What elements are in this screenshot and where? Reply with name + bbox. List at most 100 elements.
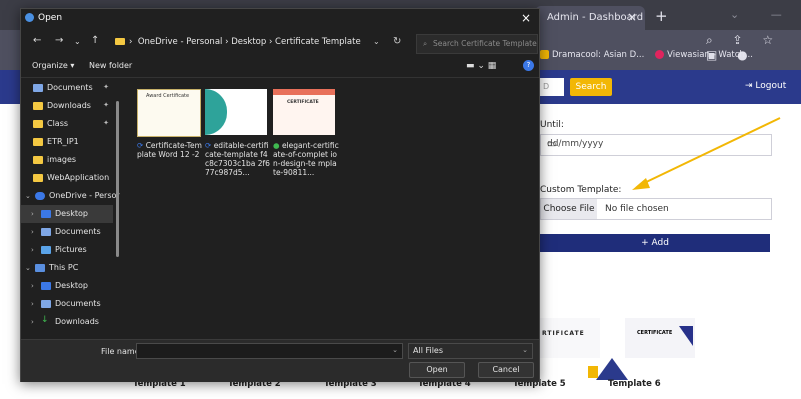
template-6-label: Template 6 — [608, 379, 661, 389]
folder-icon — [115, 38, 125, 45]
dialog-title: Open — [25, 13, 62, 23]
open-file-dialog: Open × ← → ⌄ ↑ › OneDrive - Personal › D… — [20, 8, 540, 382]
dialog-nav-row: ← → ⌄ ↑ › OneDrive - Personal › Desktop … — [21, 31, 539, 55]
folder-icon — [33, 102, 43, 110]
file-name: ⟳ editable-certifi cate-template f4c8c73… — [205, 141, 270, 177]
search-input[interactable]: D — [540, 78, 564, 96]
synced-check-icon: ● — [273, 141, 280, 150]
nav-item-etr-ip1[interactable]: ETR_IP1 — [21, 133, 113, 151]
help-icon[interactable]: ? — [523, 60, 534, 71]
view-options-icon[interactable]: ▬ ⌄ ▦ — [466, 61, 496, 71]
cloud-icon — [35, 192, 45, 200]
up-arrow-icon[interactable]: ↑ — [91, 35, 99, 46]
search-button[interactable]: Search — [570, 78, 612, 96]
no-file-text: No file chosen — [605, 204, 669, 214]
desktop-icon — [41, 210, 51, 218]
folder-icon — [33, 174, 43, 182]
history-chevron-icon[interactable]: ⌄ — [74, 37, 81, 46]
navigation-pane: Documents ✦ Downloads ✦ Class ✦ ETR_IP1 ima… — [21, 79, 120, 341]
decor-shape — [596, 358, 628, 380]
pin-icon: ✦ — [103, 119, 109, 127]
organize-menu[interactable]: Organize ▾ — [32, 61, 74, 70]
pictures-icon — [41, 246, 51, 254]
nav-item-onedrive[interactable]: ⌄ OneDrive - Persor — [21, 187, 120, 205]
chevron-down-icon[interactable]: ⌄ — [25, 264, 31, 272]
logout-icon: ⇥ — [745, 81, 756, 91]
folder-icon — [33, 156, 43, 164]
documents-icon — [33, 84, 43, 92]
dialog-footer: File name: ⌄ All Files ⌄ Open Cancel — [21, 339, 539, 382]
folder-icon — [33, 138, 43, 146]
thumbnail-accent — [205, 89, 227, 135]
nav-scrollbar[interactable] — [116, 101, 119, 257]
open-button[interactable]: Open — [409, 362, 465, 378]
chevron-right-icon[interactable]: › — [31, 318, 34, 326]
nav-item-downloads-pc[interactable]: › ↓ Downloads — [21, 313, 113, 331]
nav-item-webapplication[interactable]: WebApplication — [21, 169, 113, 187]
tab-close-icon[interactable]: × — [627, 10, 637, 24]
decor-triangle — [679, 326, 693, 346]
new-folder-button[interactable]: New folder — [89, 61, 132, 70]
breadcrumb[interactable]: › OneDrive - Personal › Desktop › Certif… — [115, 37, 361, 47]
dialog-search-input[interactable]: ⌕ Search Certificate Template — [416, 34, 538, 54]
nav-item-downloads[interactable]: Downloads ✦ — [21, 97, 113, 115]
tab-admin-dashboard[interactable]: Admin - Dashboard × — [535, 6, 645, 30]
decor-shape — [588, 366, 598, 378]
nav-item-documents-onedrive[interactable]: › Documents — [21, 223, 113, 241]
refresh-icon[interactable]: ↻ — [393, 36, 401, 47]
chevron-right-icon[interactable]: › — [31, 246, 34, 254]
annotation-arrow — [632, 117, 781, 190]
file-name-input[interactable]: ⌄ — [136, 343, 403, 359]
cancel-button[interactable]: Cancel — [478, 362, 534, 378]
pin-icon: ✦ — [103, 83, 109, 91]
folder-icon — [33, 120, 43, 128]
logout-link[interactable]: ⇥ Logout — [745, 81, 786, 91]
dialog-close-button[interactable]: × — [521, 11, 531, 25]
file-name: ⟳ Certificate-Tem plate Word 12 -2 — [137, 141, 202, 159]
chevron-right-icon[interactable]: › — [31, 300, 34, 308]
file-list: Award Certificate ⟳ Certificate-Tem plat… — [137, 89, 437, 289]
file-thumbnail — [205, 89, 267, 135]
nav-item-images[interactable]: images — [21, 151, 113, 169]
search-icon: ⌕ — [423, 39, 428, 48]
breadcrumb-dropdown-icon[interactable]: ⌄ — [373, 37, 380, 46]
bookmark-dramacool[interactable]: Dramacool: Asian D... — [540, 50, 644, 60]
chrome-icon — [25, 13, 34, 22]
nav-item-documents[interactable]: Documents ✦ — [21, 79, 113, 97]
bookmarks-bar: Dramacool: Asian D... Viewasian - Watch.… — [540, 50, 753, 60]
forward-arrow-icon[interactable]: → — [55, 35, 63, 46]
back-arrow-icon[interactable]: ← — [33, 35, 41, 46]
bookmark-viewasian[interactable]: Viewasian - Watch... — [655, 50, 753, 60]
nav-item-this-pc[interactable]: ⌄ This PC — [21, 259, 113, 277]
file-thumbnail: Award Certificate — [137, 89, 201, 137]
documents-icon — [41, 300, 51, 308]
nav-item-desktop-onedrive[interactable]: › Desktop — [21, 205, 113, 223]
pc-icon — [35, 264, 45, 272]
nav-item-class[interactable]: Class ✦ — [21, 115, 113, 133]
choose-file-button[interactable]: Choose File — [541, 199, 597, 219]
nav-item-documents-pc[interactable]: › Documents — [21, 295, 113, 313]
bookmark-icon — [540, 50, 549, 59]
chevron-down-icon[interactable]: ⌄ — [25, 192, 31, 200]
nav-item-pictures[interactable]: › Pictures — [21, 241, 113, 259]
chevron-right-icon[interactable]: › — [31, 228, 34, 236]
chevron-right-icon[interactable]: › — [31, 282, 34, 290]
file-name: ● elegant-certific ate-of-complet ion-de… — [273, 141, 339, 177]
file-type-filter[interactable]: All Files ⌄ — [408, 343, 533, 359]
template-5-image[interactable]: RTIFICATE — [540, 318, 600, 358]
file-thumbnail: CERTIFICATE — [273, 89, 335, 135]
template-6-image[interactable]: CERTIFICATE — [625, 318, 695, 358]
pin-icon: ✦ — [103, 101, 109, 109]
chevron-down-icon: ⌄ — [522, 346, 528, 354]
add-button[interactable]: + Add — [540, 234, 770, 252]
sync-icon: ⟳ — [205, 141, 212, 150]
chevron-down-icon[interactable]: ⌄ — [392, 346, 398, 354]
chevron-right-icon[interactable]: › — [31, 210, 34, 218]
new-tab-button[interactable]: + — [655, 7, 668, 25]
nav-item-desktop-pc[interactable]: › Desktop — [21, 277, 113, 295]
sync-icon: ⟳ — [137, 141, 144, 150]
command-bar: Organize ▾ New folder ▬ ⌄ ▦ ? — [21, 57, 539, 78]
window-controls[interactable]: ⌄ — — [730, 8, 796, 21]
custom-template-file-input[interactable]: Choose File No file chosen — [540, 198, 772, 220]
download-icon: ↓ — [41, 315, 49, 325]
